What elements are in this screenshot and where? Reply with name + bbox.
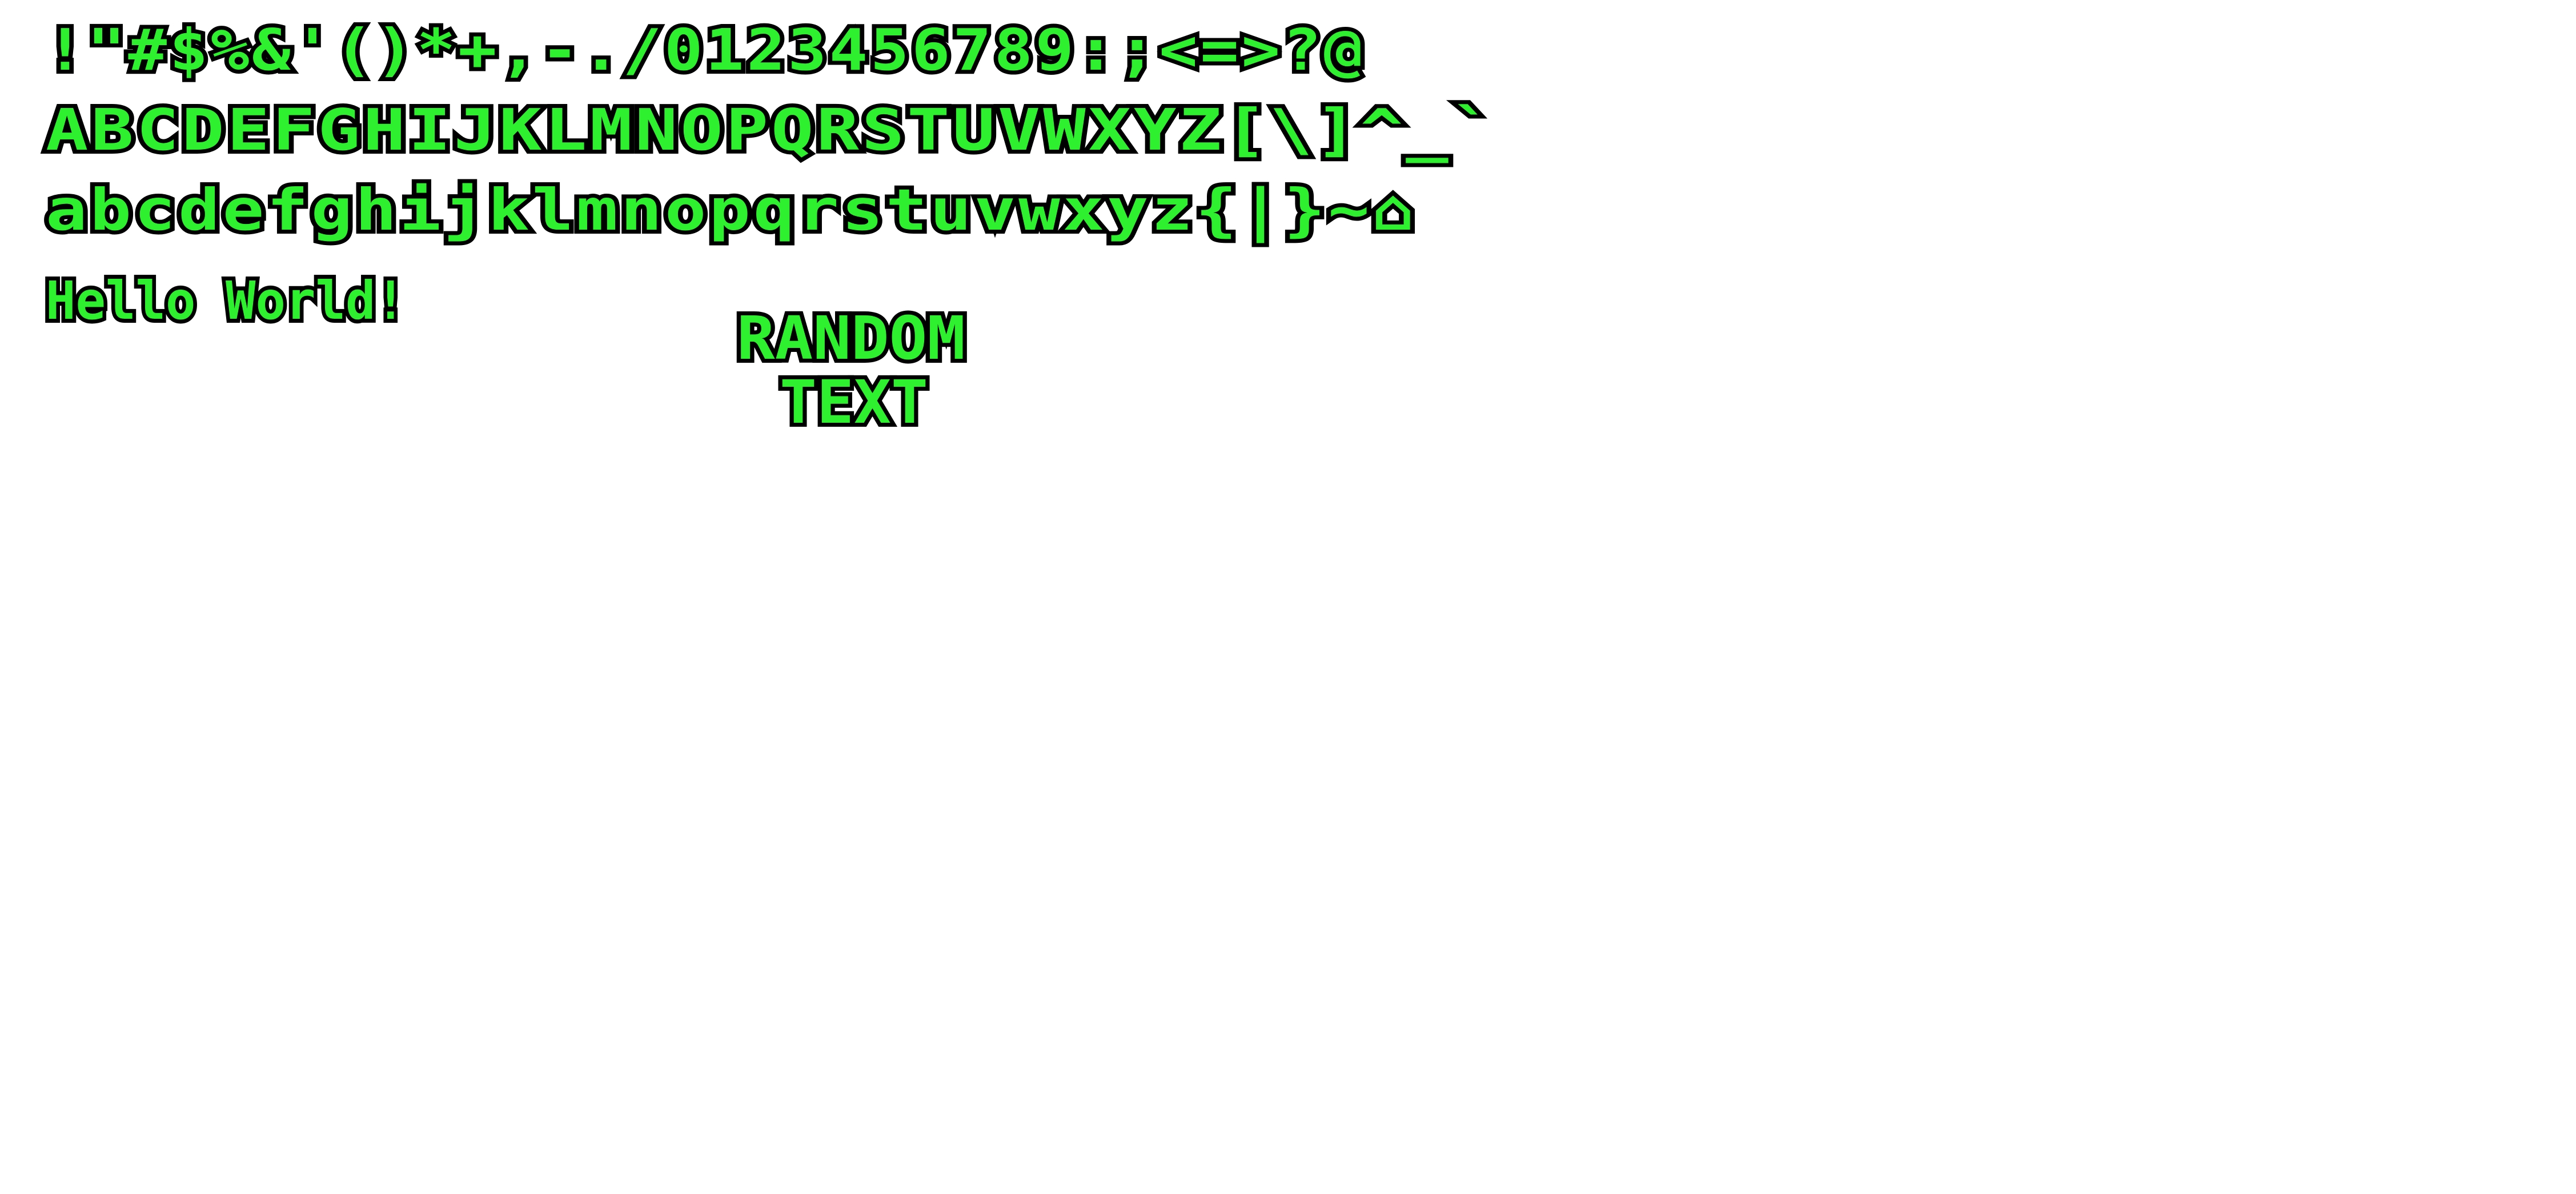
hello-world-sample: Hello World! bbox=[46, 270, 406, 331]
uppercase-row: ABCDEFGHIJKLMNOPQRSTUVWXYZ[\]^_` bbox=[46, 97, 1496, 163]
symbols-digits-row: !"#$%&'()*+,-./0123456789:;<=>?@ bbox=[46, 17, 1365, 83]
random-text-line-2: TEXT bbox=[780, 367, 928, 437]
font-specimen-canvas: !"#$%&'()*+,-./0123456789:;<=>?@ ABCDEFG… bbox=[42, 13, 1498, 441]
random-text-line-1: RANDOM bbox=[737, 303, 965, 373]
lowercase-row: abcdefghijklmnopqrstuvwxyz{|}~⌂ bbox=[46, 177, 1417, 243]
